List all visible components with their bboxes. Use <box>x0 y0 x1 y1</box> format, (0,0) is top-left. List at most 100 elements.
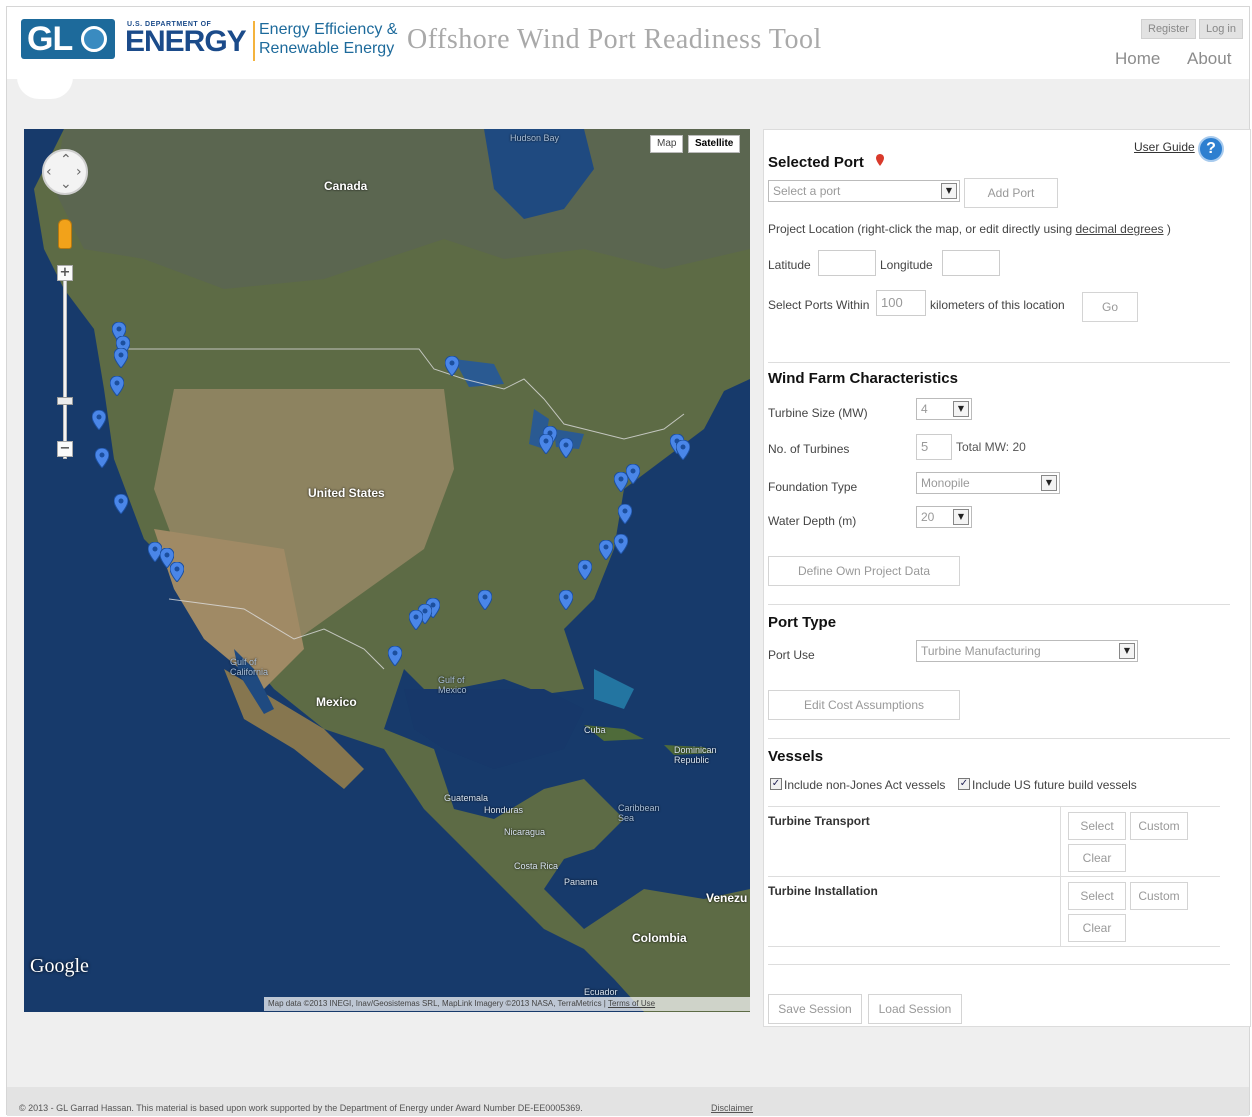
map-label-united-states: United States <box>308 486 385 500</box>
add-port-button[interactable]: Add Port <box>964 178 1058 208</box>
port-marker-icon[interactable] <box>110 376 124 396</box>
zoom-out-button[interactable]: − <box>57 441 73 457</box>
globe-icon <box>81 26 107 52</box>
go-button[interactable]: Go <box>1082 292 1138 322</box>
port-marker-icon[interactable] <box>599 540 613 560</box>
port-marker-icon[interactable] <box>626 464 640 484</box>
save-session-button[interactable]: Save Session <box>768 994 862 1024</box>
dropdown-arrow-icon[interactable]: ▼ <box>1041 475 1057 491</box>
port-use-label: Port Use <box>768 648 815 662</box>
dropdown-arrow-icon[interactable]: ▼ <box>941 183 957 199</box>
register-button[interactable]: Register <box>1141 19 1196 39</box>
port-marker-icon[interactable] <box>578 560 592 580</box>
port-marker-icon[interactable] <box>388 646 402 666</box>
map-label-costa-rica: Costa Rica <box>514 861 559 871</box>
port-marker-icon[interactable] <box>559 438 573 458</box>
select-ports-within-label: Select Ports Within <box>768 298 870 312</box>
dropdown-arrow-icon[interactable]: ▼ <box>953 401 969 417</box>
transport-clear-button[interactable]: Clear <box>1068 844 1126 872</box>
pan-control[interactable]: ⌃ ‹ › ⌄ <box>42 149 88 195</box>
transport-custom-button[interactable]: Custom <box>1130 812 1188 840</box>
project-location-close: ) <box>1166 222 1171 236</box>
map-type-satellite-button[interactable]: Satellite <box>688 135 741 153</box>
pan-up-icon[interactable]: ⌃ <box>60 153 72 167</box>
pan-down-icon[interactable]: ⌄ <box>60 177 72 191</box>
port-marker-icon[interactable] <box>539 434 553 454</box>
satellite-map[interactable]: Map Satellite ⌃ ‹ › ⌄ + − Hudson Bay Can… <box>24 129 750 1012</box>
foundation-type-value: Monopile <box>921 476 970 490</box>
street-view-pegman-icon[interactable] <box>58 219 72 249</box>
port-use-select[interactable]: Turbine Manufacturing ▼ <box>916 640 1138 662</box>
port-select[interactable]: Select a port ▼ <box>768 180 960 202</box>
port-marker-icon[interactable] <box>92 410 106 430</box>
zoom-slider-track[interactable] <box>63 269 67 459</box>
future-build-checkbox[interactable]: ✓ <box>958 778 970 790</box>
dropdown-arrow-icon[interactable]: ▼ <box>953 509 969 525</box>
disclaimer-link[interactable]: Disclaimer <box>711 1103 753 1113</box>
user-guide-link[interactable]: User Guide <box>1134 140 1195 154</box>
decimal-degrees-link[interactable]: decimal degrees <box>1075 222 1163 236</box>
port-marker-icon[interactable] <box>114 494 128 514</box>
latitude-input[interactable] <box>818 250 876 276</box>
pan-right-icon[interactable]: › <box>76 165 82 179</box>
port-marker-icon[interactable] <box>559 590 573 610</box>
map-label-gulf-mexico: Gulf of Mexico <box>438 675 467 695</box>
zoom-slider-thumb[interactable] <box>57 397 73 405</box>
eere-logo: Energy Efficiency & Renewable Energy <box>259 20 397 58</box>
installation-custom-button[interactable]: Custom <box>1130 882 1188 910</box>
km-of-location-label: kilometers of this location <box>930 298 1065 312</box>
logo-divider <box>253 21 255 61</box>
num-turbines-input[interactable]: 5 <box>916 434 952 460</box>
terms-of-use-link[interactable]: Terms of Use <box>608 999 655 1008</box>
nav-home[interactable]: Home <box>1115 49 1160 69</box>
login-button[interactable]: Log in <box>1199 19 1243 39</box>
longitude-input[interactable] <box>942 250 1000 276</box>
dropdown-arrow-icon[interactable]: ▼ <box>1119 643 1135 659</box>
foundation-type-select[interactable]: Monopile ▼ <box>916 472 1060 494</box>
map-label-panama: Panama <box>564 877 598 887</box>
app-title: Offshore Wind Port Readiness Tool <box>407 24 822 55</box>
port-marker-icon[interactable] <box>445 356 459 376</box>
foundation-type-label: Foundation Type <box>768 480 858 494</box>
map-label-colombia: Colombia <box>632 931 687 945</box>
load-session-button[interactable]: Load Session <box>868 994 962 1024</box>
section-divider <box>768 964 1230 965</box>
port-marker-icon[interactable] <box>409 610 423 630</box>
water-depth-select[interactable]: 20 ▼ <box>916 506 972 528</box>
zoom-in-button[interactable]: + <box>57 265 73 281</box>
turbine-size-label: Turbine Size (MW) <box>768 406 868 420</box>
non-jones-act-label: Include non-Jones Act vessels <box>784 778 946 792</box>
port-marker-icon[interactable] <box>618 504 632 524</box>
map-attribution-text: Map data ©2013 INEGI, Inav/Geosistemas S… <box>268 999 602 1008</box>
port-marker-icon[interactable] <box>95 448 109 468</box>
pan-left-icon[interactable]: ‹ <box>46 165 52 179</box>
map-label-honduras: Honduras <box>484 805 524 815</box>
water-depth-value: 20 <box>921 510 935 524</box>
turbine-transport-label: Turbine Transport <box>768 814 870 828</box>
edit-cost-assumptions-button[interactable]: Edit Cost Assumptions <box>768 690 960 720</box>
turbine-size-select[interactable]: 4 ▼ <box>916 398 972 420</box>
nav-about[interactable]: About <box>1187 49 1231 69</box>
map-attribution: Map data ©2013 INEGI, Inav/Geosistemas S… <box>264 997 750 1011</box>
help-icon[interactable]: ? <box>1198 136 1224 162</box>
map-label-gulf-california: Gulf of California <box>230 657 269 677</box>
port-marker-icon[interactable] <box>114 348 128 368</box>
port-marker-icon[interactable] <box>676 440 690 460</box>
section-divider <box>768 362 1230 363</box>
radius-km-input[interactable]: 100 <box>876 290 926 316</box>
port-marker-icon[interactable] <box>170 562 184 582</box>
installation-clear-button[interactable]: Clear <box>1068 914 1126 942</box>
transport-select-button[interactable]: Select <box>1068 812 1126 840</box>
longitude-label: Longitude <box>880 258 933 272</box>
port-marker-icon[interactable] <box>614 472 628 492</box>
installation-select-button[interactable]: Select <box>1068 882 1126 910</box>
map-label-venezuela: Venezu <box>706 891 748 905</box>
gl-logo[interactable]: GL <box>21 19 115 59</box>
define-project-data-button[interactable]: Define Own Project Data <box>768 556 960 586</box>
map-type-map-button[interactable]: Map <box>650 135 684 153</box>
port-marker-icon[interactable] <box>478 590 492 610</box>
port-marker-icon[interactable] <box>614 534 628 554</box>
map-label-cuba: Cuba <box>584 725 606 735</box>
port-use-value: Turbine Manufacturing <box>921 644 1041 658</box>
non-jones-act-checkbox[interactable]: ✓ <box>770 778 782 790</box>
